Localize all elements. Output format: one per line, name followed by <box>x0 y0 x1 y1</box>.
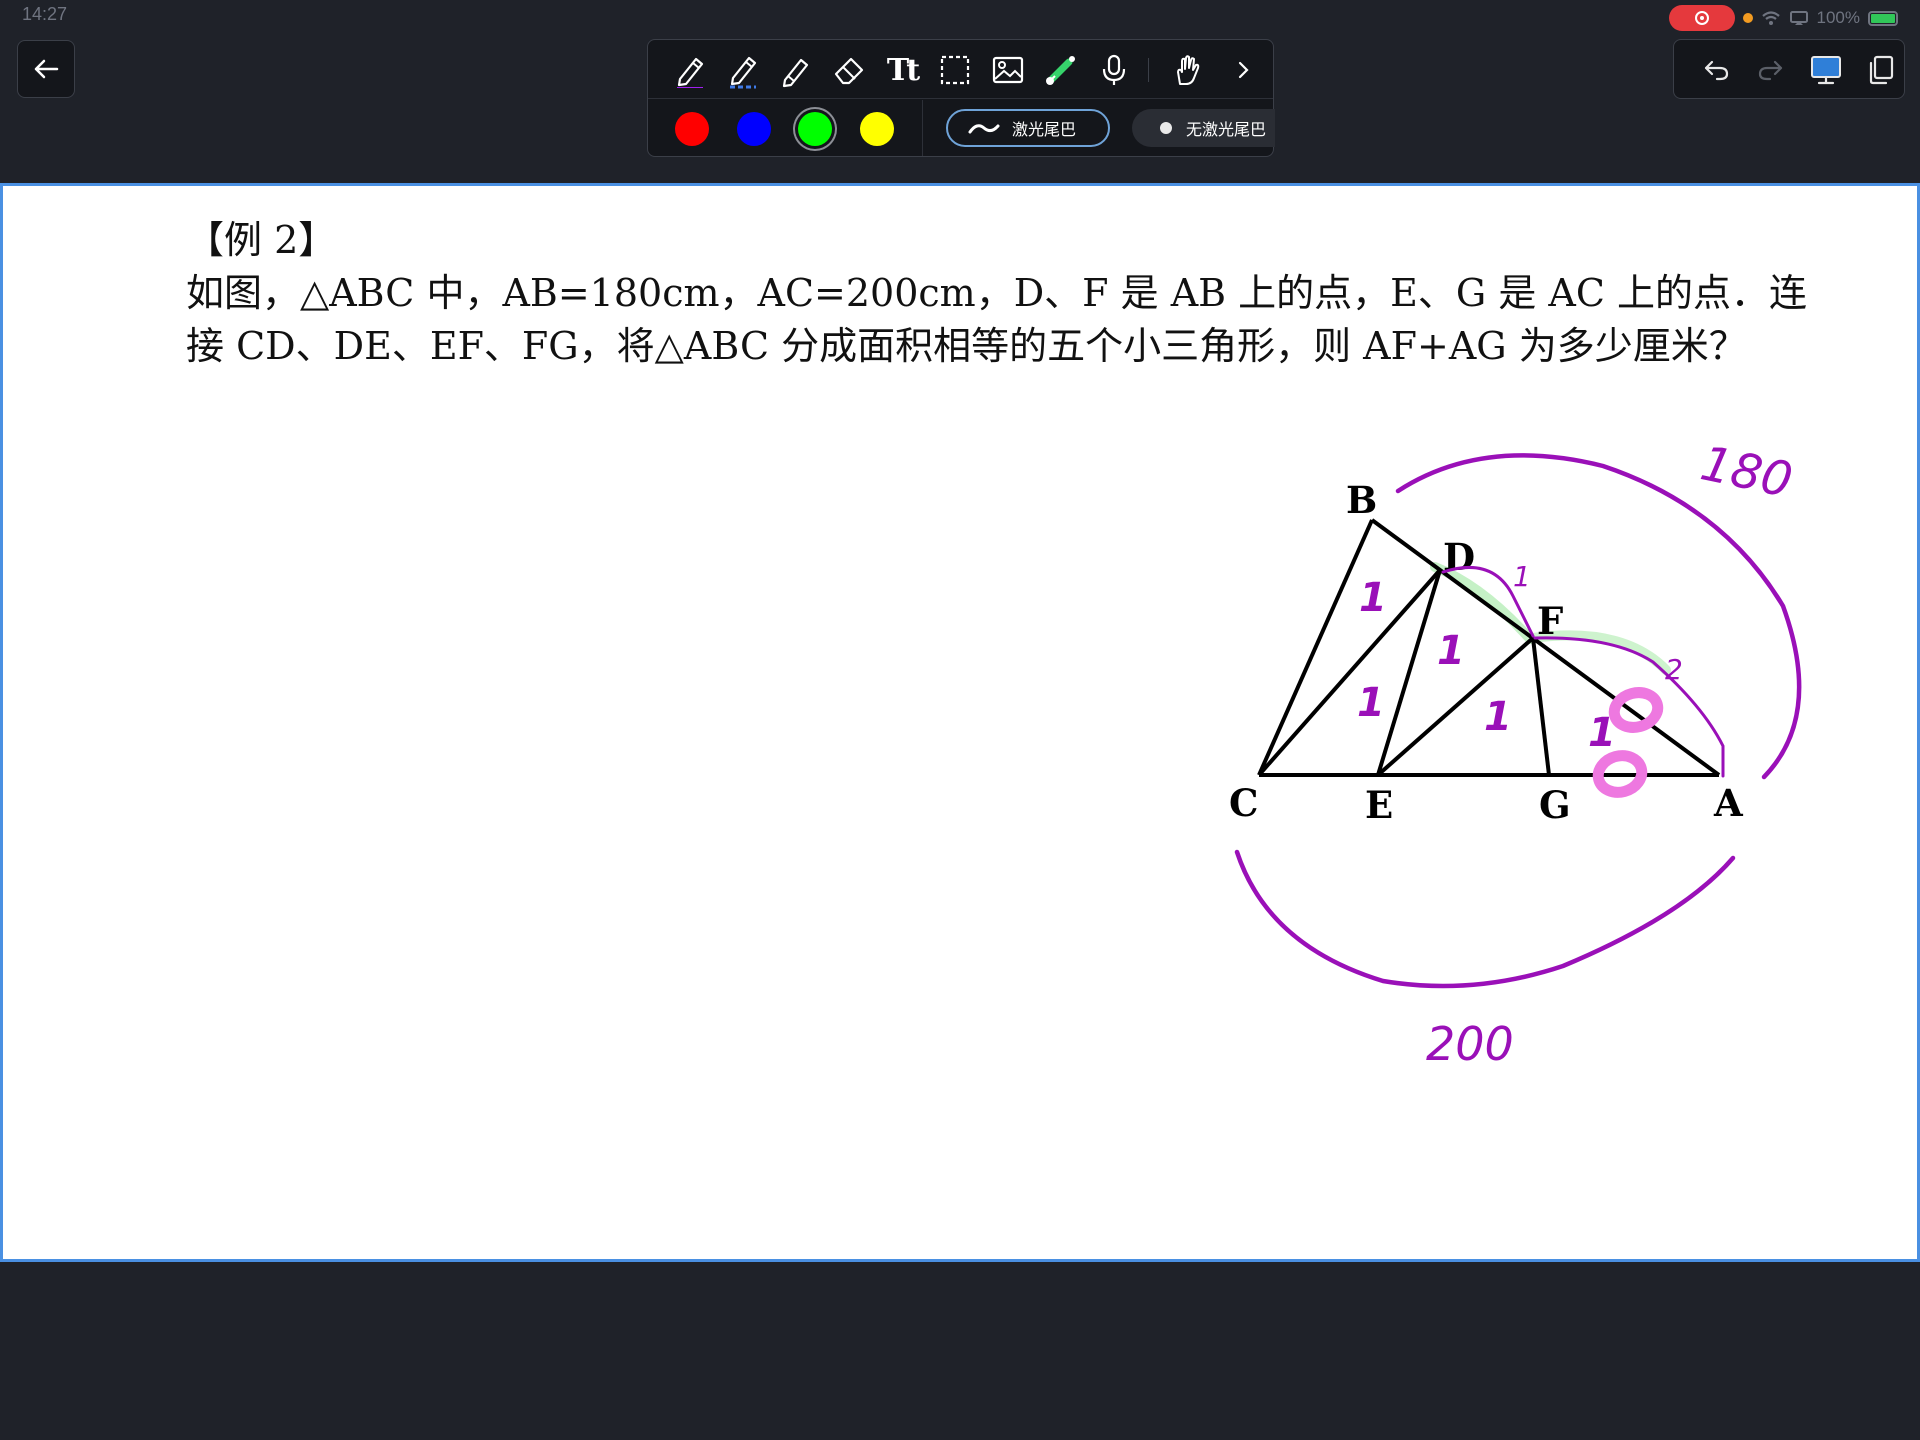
page-controls <box>1673 39 1905 99</box>
label-e: E <box>1365 783 1393 827</box>
color-red[interactable] <box>675 112 709 146</box>
screen-recording-indicator[interactable] <box>1668 5 1735 31</box>
screen-button[interactable] <box>1806 50 1846 90</box>
laser-pointer-icon <box>1046 56 1075 85</box>
redo-icon <box>1758 60 1783 81</box>
label-b: B <box>1346 478 1377 522</box>
status-time: 14:27 <box>22 4 68 24</box>
back-button[interactable] <box>17 40 75 98</box>
mic-in-use-dot <box>1742 13 1753 23</box>
battery-icon <box>1868 10 1898 26</box>
selection-icon <box>940 55 970 85</box>
label-d: D <box>1443 535 1475 579</box>
segment-de <box>1376 569 1442 776</box>
pencil-tool[interactable] <box>776 50 816 90</box>
toolbar-separator <box>1148 58 1149 82</box>
drawing-toolbar: Tt 激光尾巴 无激光尾巴 <box>647 39 1275 157</box>
color-blue[interactable] <box>737 112 771 146</box>
chevron-right-icon <box>1238 61 1249 79</box>
wifi-icon <box>1761 11 1780 25</box>
copy-pages-button[interactable] <box>1861 50 1901 90</box>
pencil-icon <box>782 58 809 88</box>
screen-icon <box>1811 56 1841 85</box>
color-yellow[interactable] <box>860 112 894 146</box>
label-c: C <box>1229 781 1258 825</box>
dot-icon <box>1160 122 1172 134</box>
area-mark-2: 1 <box>1357 680 1385 726</box>
whiteboard-canvas[interactable]: 【例 2】 如图，△ABC 中，AB=180cm，AC=200cm，D、F 是 … <box>0 183 1920 1262</box>
image-icon <box>992 56 1024 84</box>
dotted-pen-tool[interactable] <box>723 50 763 90</box>
wave-icon <box>968 124 1000 134</box>
pen-icon <box>677 57 704 88</box>
label-fa-mark: 2 <box>1665 653 1683 686</box>
text-tool[interactable]: Tt <box>882 50 922 90</box>
eraser-icon <box>834 57 864 85</box>
arrow-left-icon <box>34 59 59 79</box>
laser-tail-label: 激光尾巴 <box>1012 120 1077 139</box>
area-mark-4: 1 <box>1484 694 1512 740</box>
label-g: G <box>1539 783 1571 827</box>
microphone-icon <box>1102 54 1126 85</box>
redo-button[interactable] <box>1751 50 1791 90</box>
selection-tool[interactable] <box>935 50 975 90</box>
undo-button[interactable] <box>1696 50 1736 90</box>
more-tools-button[interactable] <box>1223 50 1263 90</box>
gesture-icon <box>1177 55 1200 85</box>
copy-pages-icon <box>1869 55 1894 85</box>
label-df-mark: 1 <box>1513 560 1531 593</box>
ac-brace <box>1234 849 1736 989</box>
screen-mirror-icon <box>1789 11 1808 25</box>
text-icon: Tt <box>886 52 920 88</box>
pen-tool[interactable] <box>670 50 710 90</box>
toolbar-divider <box>922 100 923 156</box>
label-ab-length: 180 <box>1696 435 1797 509</box>
image-tool[interactable] <box>988 50 1028 90</box>
edge-bc <box>1257 519 1374 776</box>
color-green[interactable] <box>798 112 832 146</box>
no-laser-tail-button[interactable]: 无激光尾巴 <box>1132 109 1275 147</box>
battery-percentage: 100% <box>1816 8 1860 27</box>
no-laser-tail-label: 无激光尾巴 <box>1186 120 1267 139</box>
area-mark-1: 1 <box>1359 575 1387 621</box>
gesture-tool[interactable] <box>1168 50 1208 90</box>
status-indicators: 100% <box>1668 5 1898 31</box>
eraser-tool[interactable] <box>829 50 869 90</box>
label-a: A <box>1713 781 1744 825</box>
microphone-tool[interactable] <box>1094 50 1134 90</box>
dotted-pen-icon <box>730 56 757 89</box>
segment-fg <box>1531 637 1551 776</box>
triangle-figure: B D F C E G A 180 200 1 2 1 1 1 1 1 <box>1229 435 1802 1071</box>
tool-row: Tt <box>648 40 1273 99</box>
record-icon <box>1694 11 1709 25</box>
label-ac-length: 200 <box>1426 1017 1514 1071</box>
laser-tail-button[interactable]: 激光尾巴 <box>946 109 1110 147</box>
undo-icon <box>1704 60 1729 81</box>
area-mark-3: 1 <box>1437 628 1465 674</box>
laser-pointer-tool[interactable] <box>1041 50 1081 90</box>
